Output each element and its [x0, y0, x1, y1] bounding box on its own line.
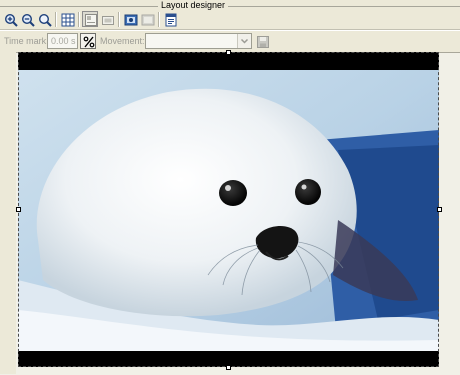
image-icon [124, 14, 138, 26]
zoom-in-button[interactable] [2, 11, 18, 27]
movement-label: Movement: [100, 36, 145, 46]
canvas-gutter [0, 52, 16, 374]
layout-mode-b-button[interactable] [99, 11, 115, 27]
percent-icon [83, 36, 95, 48]
remove-image-button[interactable] [139, 11, 155, 27]
timeline-toolbar: Time mark: 0.00 s Movement: [0, 31, 460, 51]
layout-b-icon [102, 16, 114, 25]
movement-select[interactable] [145, 33, 252, 49]
add-image-button[interactable] [122, 11, 138, 27]
resize-handle-bottom[interactable] [226, 365, 231, 370]
resize-handle-right[interactable] [437, 207, 442, 212]
chevron-down-icon [240, 38, 249, 44]
resize-handle-top[interactable] [226, 50, 231, 55]
group-divider [0, 6, 460, 7]
properties-button[interactable] [162, 11, 178, 27]
image-disabled-icon [141, 14, 155, 26]
grid-icon [61, 13, 75, 27]
toolbar-separator [55, 12, 57, 27]
zoom-in-icon [4, 13, 18, 27]
zoom-fit-button[interactable] [36, 11, 52, 27]
time-mark-input[interactable]: 0.00 s [47, 33, 78, 49]
harp-seal-photo[interactable] [18, 70, 439, 351]
zoom-out-button[interactable] [19, 11, 35, 27]
layout-mode-a-button[interactable] [82, 11, 98, 27]
layout-designer-panel: Layout designer Time mark: 0.00 s Moveme… [0, 0, 460, 375]
designer-toolbar [0, 10, 460, 30]
layout-a-icon [85, 14, 97, 26]
percent-toggle-button[interactable] [80, 33, 96, 49]
movement-dropdown-arrow[interactable] [237, 34, 251, 48]
resize-handle-left[interactable] [16, 207, 21, 212]
toolbar-separator [78, 12, 80, 27]
time-mark-label: Time mark: [4, 36, 49, 46]
toolbar-separator [118, 12, 120, 27]
toolbar-separator [158, 12, 160, 27]
save-movement-button[interactable] [254, 33, 270, 49]
properties-icon [165, 13, 177, 27]
floppy-disk-icon [257, 36, 269, 48]
zoom-out-icon [21, 13, 35, 27]
zoom-fit-icon [38, 13, 52, 27]
grid-button[interactable] [59, 11, 75, 27]
slide-stage[interactable] [18, 52, 439, 367]
time-mark-value: 0.00 s [51, 36, 76, 46]
